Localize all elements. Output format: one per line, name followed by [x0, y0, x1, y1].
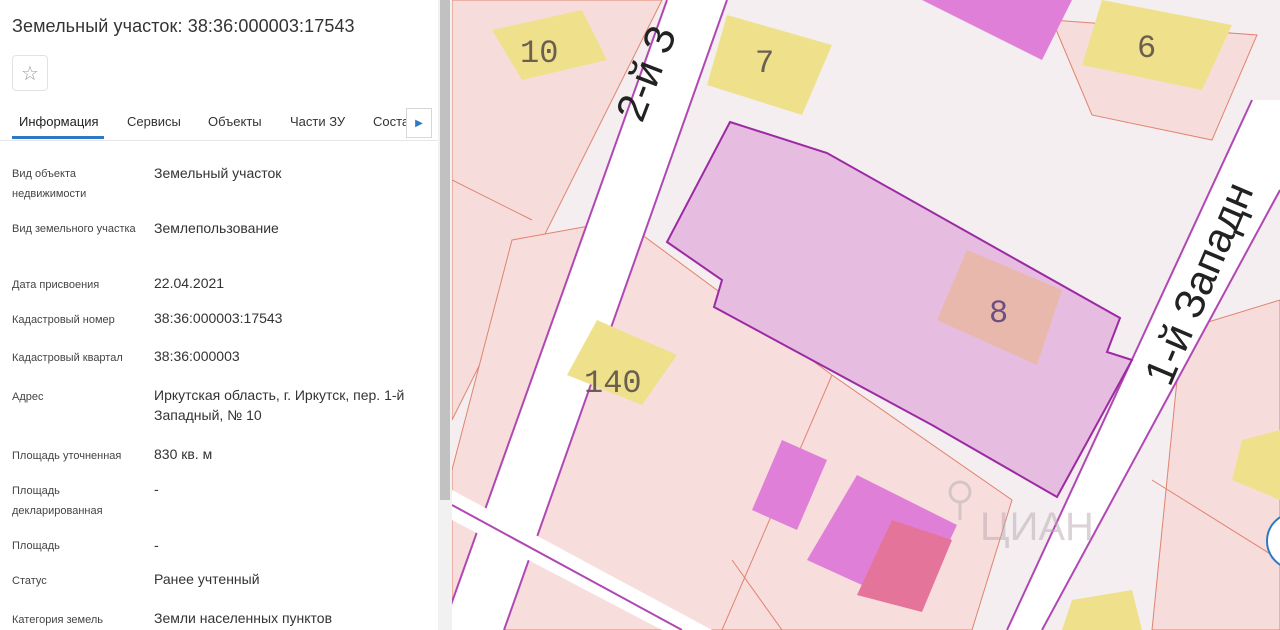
field-value-address: Иркутская область, г. Иркутск, пер. 1-й … — [154, 387, 405, 423]
tab-parcel-parts[interactable]: Части ЗУ — [290, 114, 345, 129]
chevron-right-icon: ▶ — [415, 117, 423, 129]
field-label-land-category: Категория земель — [12, 614, 103, 626]
star-outline-icon: ☆ — [21, 62, 39, 85]
field-label-area-declared: Площадь декларированная — [12, 485, 103, 517]
field-label-object-type: Вид объекта недвижимости — [12, 168, 87, 200]
field-label-cadastral-number: Кадастровый номер — [12, 314, 115, 326]
field-label-cadastral-quarter: Кадастровый квартал — [12, 352, 123, 364]
tab-objects[interactable]: Объекты — [208, 114, 262, 129]
building-label-8: 8 — [989, 295, 1008, 332]
cadastral-map[interactable]: ЦИАН 10 7 6 8 140 2-й З 1-й Западн — [452, 0, 1280, 630]
tab-composition[interactable]: Соста — [373, 114, 409, 129]
info-panel: Земельный участок: 38:36:000003:17543 ☆ … — [0, 0, 440, 630]
tab-information[interactable]: Информация — [19, 114, 99, 129]
field-value-cadastral-quarter: 38:36:000003 — [154, 348, 240, 364]
tabs-next-button[interactable]: ▶ — [406, 108, 432, 138]
field-label-address: Адрес — [12, 391, 44, 403]
field-label-parcel-type: Вид земельного участка — [12, 223, 136, 235]
field-value-cadastral-number: 38:36:000003:17543 — [154, 310, 283, 326]
page-title: Земельный участок: 38:36:000003:17543 — [12, 16, 355, 36]
field-value-area-declared: - — [154, 481, 159, 497]
map-canvas: ЦИАН 10 7 6 8 140 2-й З 1-й Западн — [452, 0, 1280, 630]
field-value-assign-date: 22.04.2021 — [154, 275, 225, 291]
active-tab-indicator — [12, 136, 104, 139]
building-label-140: 140 — [584, 365, 642, 402]
field-label-status: Статус — [12, 575, 47, 587]
tab-services[interactable]: Сервисы — [127, 114, 181, 129]
building-label-10: 10 — [520, 35, 558, 72]
scrollbar-thumb[interactable] — [440, 0, 450, 500]
field-label-assign-date: Дата присвоения — [12, 279, 100, 291]
field-label-area-refined: Площадь уточненная — [12, 450, 122, 462]
building-label-6: 6 — [1137, 30, 1156, 67]
field-label-area: Площадь — [12, 540, 60, 552]
field-value-area: - — [154, 537, 159, 553]
field-value-area-refined: 830 кв. м — [154, 446, 213, 462]
building-label-7: 7 — [755, 45, 774, 82]
map-watermark: ЦИАН — [980, 505, 1094, 549]
field-value-parcel-type: Землепользование — [154, 220, 279, 236]
field-value-land-category: Земли населенных пунктов — [154, 610, 333, 626]
field-value-object-type: Земельный участок — [154, 165, 282, 181]
favorite-button[interactable]: ☆ — [12, 55, 48, 91]
panel-scrollbar[interactable] — [438, 0, 452, 630]
field-value-status: Ранее учтенный — [154, 571, 260, 587]
